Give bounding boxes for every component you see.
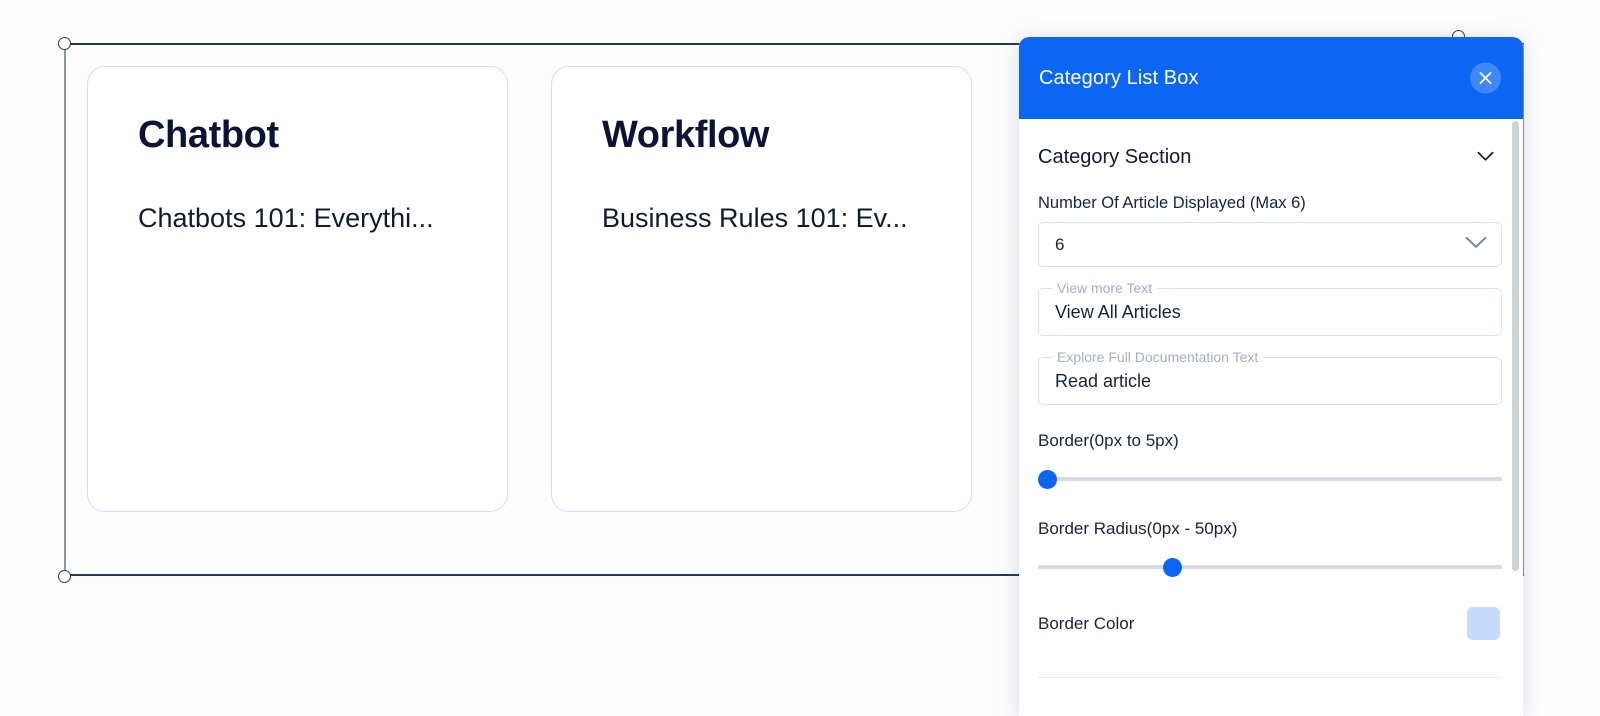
app-root: Chatbot Chatbots 101: Everythi... Workfl… bbox=[0, 0, 1600, 716]
border-radius-slider-thumb[interactable] bbox=[1162, 558, 1182, 577]
category-section-header[interactable]: Category Section bbox=[1019, 119, 1523, 169]
explore-doc-text-field[interactable]: Explore Full Documentation Text Read art… bbox=[1038, 350, 1502, 405]
section-divider bbox=[1038, 677, 1502, 678]
explore-doc-text-legend: Explore Full Documentation Text bbox=[1052, 350, 1264, 365]
border-color-row: Border Color bbox=[1038, 607, 1502, 640]
border-color-label: Border Color bbox=[1038, 613, 1135, 633]
page-right-margin bbox=[1530, 0, 1600, 716]
border-slider[interactable] bbox=[1038, 465, 1502, 493]
panel-header: Category List Box bbox=[1019, 37, 1523, 119]
view-more-text-legend: View more Text bbox=[1052, 281, 1158, 296]
card-title: Workflow bbox=[602, 114, 770, 156]
panel-fields: Number Of Article Displayed (Max 6) 6 Vi… bbox=[1019, 194, 1523, 678]
chevron-down-icon[interactable] bbox=[1477, 149, 1494, 167]
category-card-workflow[interactable]: Workflow Business Rules 101: Ev... bbox=[551, 66, 972, 512]
article-count-select[interactable]: 6 bbox=[1038, 222, 1502, 267]
panel-body: Category Section Number Of Article Displ… bbox=[1019, 119, 1523, 716]
view-more-text-field[interactable]: View more Text View All Articles bbox=[1038, 281, 1502, 336]
border-slider-track[interactable] bbox=[1038, 477, 1502, 481]
chevron-down-icon[interactable] bbox=[1465, 236, 1487, 254]
chevron-down-glyph bbox=[1477, 151, 1494, 161]
resize-handle-top-left[interactable] bbox=[58, 37, 71, 50]
panel-title: Category List Box bbox=[1039, 66, 1199, 89]
border-slider-label: Border(0px to 5px) bbox=[1038, 431, 1179, 450]
border-radius-slider-track[interactable] bbox=[1038, 565, 1502, 569]
panel-scrollbar-thumb[interactable] bbox=[1512, 121, 1519, 571]
article-count-value: 6 bbox=[1055, 234, 1065, 254]
explore-doc-text-value: Read article bbox=[1055, 370, 1152, 391]
border-radius-slider[interactable] bbox=[1038, 553, 1502, 581]
close-icon[interactable] bbox=[1470, 62, 1501, 94]
close-x-glyph bbox=[1479, 72, 1492, 84]
card-subtitle: Business Rules 101: Ev... bbox=[602, 202, 908, 233]
resize-handle-bottom-left[interactable] bbox=[58, 570, 71, 583]
card-title: Chatbot bbox=[138, 114, 279, 156]
category-list-box-panel: Category List Box Category Section Numbe… bbox=[1019, 37, 1523, 716]
select-chevron-glyph bbox=[1465, 236, 1487, 248]
category-card-chatbot[interactable]: Chatbot Chatbots 101: Everythi... bbox=[87, 66, 508, 512]
border-radius-slider-label: Border Radius(0px - 50px) bbox=[1038, 519, 1238, 538]
article-count-label: Number Of Article Displayed (Max 6) bbox=[1038, 194, 1306, 212]
category-section-label: Category Section bbox=[1038, 146, 1192, 168]
panel-scroll-area: Category Section Number Of Article Displ… bbox=[1019, 119, 1523, 716]
view-more-text-value: View All Articles bbox=[1055, 301, 1181, 322]
border-slider-thumb[interactable] bbox=[1038, 470, 1057, 489]
border-color-swatch[interactable] bbox=[1467, 607, 1500, 640]
card-subtitle: Chatbots 101: Everythi... bbox=[138, 202, 434, 233]
